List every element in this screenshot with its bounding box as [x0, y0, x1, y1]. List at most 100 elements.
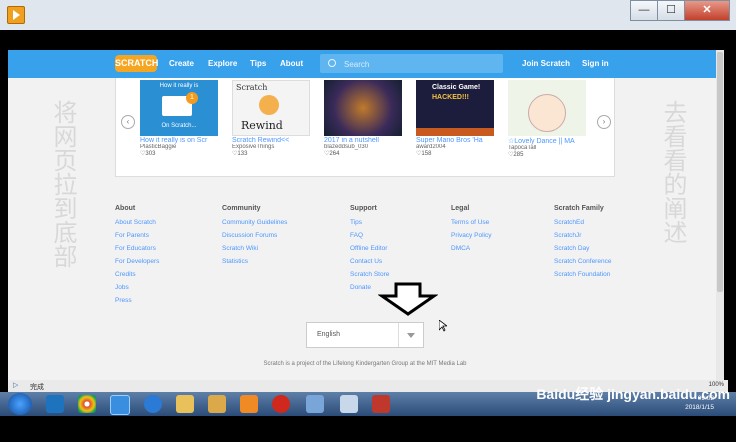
- status-text: 完成: [30, 384, 44, 391]
- close-button[interactable]: ✕: [684, 0, 730, 21]
- footer-link[interactable]: Offline Editor: [350, 245, 387, 252]
- network-app-icon[interactable]: [306, 395, 324, 413]
- project-card[interactable]: Scratch Rewind Scratch Rewind<< Exposive…: [232, 80, 310, 157]
- sign-in-link[interactable]: Sign in: [582, 59, 609, 68]
- project-loves: ♡303: [140, 150, 218, 157]
- window-titlebar: — ☐ ✕: [0, 0, 736, 30]
- footer-link[interactable]: For Developers: [115, 258, 159, 265]
- app-icon: [7, 6, 25, 24]
- chevron-down-icon[interactable]: [398, 323, 423, 347]
- start-button-icon[interactable]: [8, 393, 32, 415]
- love-count: 303: [145, 151, 156, 157]
- footer-link[interactable]: Credits: [115, 271, 136, 278]
- footer-link[interactable]: Press: [115, 297, 132, 304]
- footer-link[interactable]: FAQ: [350, 232, 363, 239]
- footer-link[interactable]: Scratch Foundation: [554, 271, 610, 278]
- project-thumbnail[interactable]: [324, 80, 402, 136]
- footer-link[interactable]: Terms of Use: [451, 219, 489, 226]
- sogou-icon[interactable]: [144, 395, 162, 413]
- footer-heading-legal: Legal: [451, 205, 470, 212]
- maximize-button[interactable]: ☐: [657, 0, 685, 21]
- player-icon[interactable]: [240, 395, 258, 413]
- nav-tips[interactable]: Tips: [250, 59, 266, 68]
- paint-icon[interactable]: [340, 395, 358, 413]
- thumb-subcaption: Rewind: [241, 119, 283, 132]
- project-thumbnail[interactable]: How it really is 1 On Scratch...: [140, 80, 218, 136]
- footer-link[interactable]: Scratch Wiki: [222, 245, 258, 252]
- join-scratch-link[interactable]: Join Scratch: [522, 59, 570, 68]
- language-select[interactable]: English: [306, 322, 424, 348]
- clock-date: 2018/1/15: [685, 404, 714, 411]
- thumb-caption: How it really is: [159, 83, 199, 89]
- character-sketch: [528, 94, 566, 132]
- project-carousel: ‹ › How it really is 1 On Scratch... How…: [115, 78, 615, 177]
- footer-link[interactable]: Scratch Store: [350, 271, 389, 278]
- window-controls: — ☐ ✕: [630, 0, 730, 21]
- scratch-logo[interactable]: SCRATCH: [115, 55, 158, 72]
- p-app-icon[interactable]: [372, 395, 390, 413]
- footer-link[interactable]: DMCA: [451, 245, 470, 252]
- project-card[interactable]: How it really is 1 On Scratch... How it …: [140, 80, 218, 157]
- search-input[interactable]: [342, 54, 496, 75]
- thumb-subcaption: On Scratch...: [161, 123, 197, 129]
- nav-about[interactable]: About: [280, 59, 303, 68]
- thumb-caption: Classic Game!: [432, 84, 481, 91]
- project-title[interactable]: How it really is on Scr: [140, 137, 218, 144]
- search-box[interactable]: [320, 54, 503, 75]
- footer-heading-support: Support: [350, 205, 377, 212]
- footer-link[interactable]: Statistics: [222, 258, 248, 265]
- project-title[interactable]: Scratch Rewind<<: [232, 137, 310, 144]
- footer-link[interactable]: Scratch Conference: [554, 258, 611, 265]
- project-card[interactable]: 2017 in a nutshell blazeddsub_030 ♡264: [324, 80, 402, 157]
- footer-heading-scratch-family: Scratch Family: [554, 205, 604, 212]
- nav-explore[interactable]: Explore: [208, 59, 237, 68]
- search-icon: [328, 59, 336, 67]
- scrollbar-thumb[interactable]: [717, 52, 723, 292]
- project-title[interactable]: Super Mario Bros 'Ha: [416, 137, 494, 144]
- love-count: 285: [513, 152, 524, 158]
- project-card[interactable]: ☆Lovely Dance || MA TapocaTall ♡285: [508, 80, 586, 158]
- notification-badge: 1: [186, 92, 198, 104]
- bottom-black-band: [0, 416, 736, 442]
- footer-link[interactable]: Jobs: [115, 284, 129, 291]
- folder-icon[interactable]: [176, 395, 194, 413]
- minimize-button[interactable]: —: [630, 0, 658, 21]
- footer-link[interactable]: Community Guidelines: [222, 219, 287, 226]
- footer-link[interactable]: For Educators: [115, 245, 156, 252]
- browser-task-icon[interactable]: [110, 395, 130, 415]
- nav-create[interactable]: Create: [169, 59, 194, 68]
- footer-link[interactable]: Donate: [350, 284, 371, 291]
- footer-link[interactable]: ScratchJr: [554, 232, 581, 239]
- project-card[interactable]: Classic Game! HACKED!!! Super Mario Bros…: [416, 80, 494, 157]
- footer-link[interactable]: Scratch Day: [554, 245, 589, 252]
- thumb-subcaption: HACKED!!!: [432, 94, 469, 101]
- footer-link[interactable]: For Parents: [115, 232, 149, 239]
- footer-link[interactable]: ScratchEd: [554, 219, 584, 226]
- carousel-prev-button[interactable]: ‹: [121, 115, 135, 129]
- footer-heading-about: About: [115, 205, 136, 212]
- scratch-navbar: SCRATCH Create Explore Tips About Join S…: [8, 50, 722, 78]
- project-title[interactable]: 2017 in a nutshell: [324, 137, 402, 144]
- footer-link[interactable]: Tips: [350, 219, 362, 226]
- project-thumbnail[interactable]: Classic Game! HACKED!!!: [416, 80, 494, 136]
- love-count: 158: [421, 151, 432, 157]
- rewind-button-icon: [259, 95, 279, 115]
- project-thumbnail[interactable]: [508, 80, 586, 136]
- vertical-scrollbar[interactable]: [716, 50, 724, 380]
- footer-link[interactable]: Discussion Forums: [222, 232, 277, 239]
- project-thumbnail[interactable]: Scratch Rewind: [232, 80, 310, 136]
- carousel-next-button[interactable]: ›: [597, 115, 611, 129]
- lifelong-credit: Scratch is a project of the Lifelong Kin…: [263, 361, 467, 367]
- ie-icon[interactable]: [46, 395, 64, 413]
- footer-link[interactable]: Privacy Policy: [451, 232, 491, 239]
- thumb-caption: Scratch: [236, 83, 268, 92]
- language-value: English: [317, 331, 340, 338]
- play-icon: ▷: [13, 382, 19, 389]
- app-red-icon[interactable]: [272, 395, 290, 413]
- footer-link[interactable]: About Scratch: [115, 219, 156, 226]
- chrome-icon[interactable]: [78, 395, 96, 413]
- mouse-cursor-icon: [439, 320, 447, 332]
- footer-link[interactable]: Contact Us: [350, 258, 382, 265]
- explorer-icon[interactable]: [208, 395, 226, 413]
- project-title[interactable]: ☆Lovely Dance || MA: [508, 137, 586, 145]
